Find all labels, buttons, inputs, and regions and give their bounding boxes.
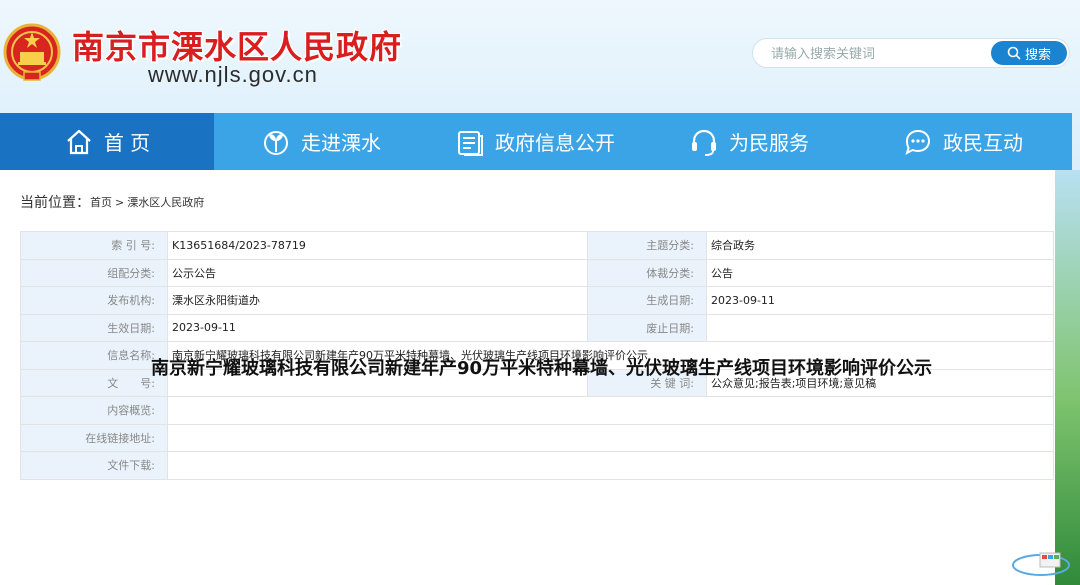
table-row: 内容概览: — [20, 396, 1054, 425]
nav-item-services[interactable]: 为民服务 — [642, 113, 856, 170]
index-no-value: K13651684/2023-78719 — [167, 231, 588, 260]
genre-value: 公告 — [706, 258, 1054, 287]
search-icon — [1007, 46, 1021, 60]
nav-label: 政民互动 — [943, 131, 1023, 155]
watermark-logo-icon — [1012, 552, 1070, 576]
headset-icon — [692, 129, 716, 156]
file-download-label: 文件下载: — [20, 451, 168, 480]
chat-icon — [905, 129, 931, 155]
breadcrumb-link-home[interactable]: 首页 — [90, 194, 112, 210]
table-row: 文件下载: — [20, 451, 1054, 480]
table-row: 组配分类: 公示公告 体裁分类: 公告 — [20, 258, 1054, 287]
category-label: 组配分类: — [20, 258, 168, 287]
nav-label: 首 页 — [103, 131, 151, 155]
nav-item-home[interactable]: 首 页 — [0, 113, 214, 170]
breadcrumb-link-gov[interactable]: 溧水区人民政府 — [127, 194, 204, 210]
national-emblem-icon — [3, 23, 61, 81]
main-nav: 首 页 走进溧水 政府信息公开 为民服务 政民互动 — [0, 113, 1072, 170]
breadcrumb: 当前位置： 首页 > 溧水区人民政府 — [20, 192, 204, 212]
subject-value: 综合政务 — [706, 231, 1054, 260]
nav-label: 走进溧水 — [301, 131, 381, 155]
search-box: 搜索 — [752, 38, 1070, 68]
document-icon — [458, 130, 483, 156]
repealed-date-label: 废止日期: — [587, 313, 707, 342]
summary-label: 内容概览: — [20, 396, 168, 425]
site-header: 南京市溧水区人民政府 www.njls.gov.cn 搜索 — [0, 0, 1080, 113]
search-button[interactable]: 搜索 — [991, 41, 1067, 65]
created-date-label: 生成日期: — [587, 286, 707, 315]
genre-label: 体裁分类: — [587, 258, 707, 287]
category-value: 公示公告 — [167, 258, 588, 287]
document-title: 南京新宁耀玻璃科技有限公司新建年产90万平米特种幕墙、光伏玻璃生产线项目环境影响… — [150, 358, 933, 379]
publisher-label: 发布机构: — [20, 286, 168, 315]
publisher-value: 溧水区永阳街道办 — [167, 286, 588, 315]
nav-item-about[interactable]: 走进溧水 — [214, 113, 428, 170]
effective-date-value: 2023-09-11 — [167, 313, 588, 342]
effective-date-label: 生效日期: — [20, 313, 168, 342]
home-icon — [67, 129, 91, 154]
breadcrumb-separator: > — [115, 195, 125, 209]
site-url: www.njls.gov.cn — [148, 62, 318, 87]
table-row: 在线链接地址: — [20, 423, 1054, 452]
nav-item-interaction[interactable]: 政民互动 — [856, 113, 1070, 170]
nav-item-gov-info[interactable]: 政府信息公开 — [428, 113, 642, 170]
subject-label: 主题分类: — [587, 231, 707, 260]
repealed-date-value — [706, 313, 1054, 342]
index-no-label: 索 引 号: — [20, 231, 168, 260]
table-row: 生效日期: 2023-09-11 废止日期: — [20, 313, 1054, 342]
sprout-icon — [264, 130, 288, 155]
table-row: 索 引 号: K13651684/2023-78719 主题分类: 综合政务 — [20, 231, 1054, 260]
breadcrumb-label: 当前位置： — [20, 195, 90, 211]
created-date-value: 2023-09-11 — [706, 286, 1054, 315]
file-download-value[interactable] — [167, 451, 1054, 480]
search-button-label: 搜索 — [1024, 47, 1051, 63]
nav-label: 为民服务 — [729, 131, 809, 155]
online-link-label: 在线链接地址: — [20, 423, 168, 452]
online-link-value[interactable] — [167, 423, 1054, 452]
search-input[interactable] — [771, 44, 981, 64]
nav-label: 政府信息公开 — [495, 131, 615, 155]
table-row: 发布机构: 溧水区永阳街道办 生成日期: 2023-09-11 — [20, 286, 1054, 315]
summary-value — [167, 396, 1054, 425]
